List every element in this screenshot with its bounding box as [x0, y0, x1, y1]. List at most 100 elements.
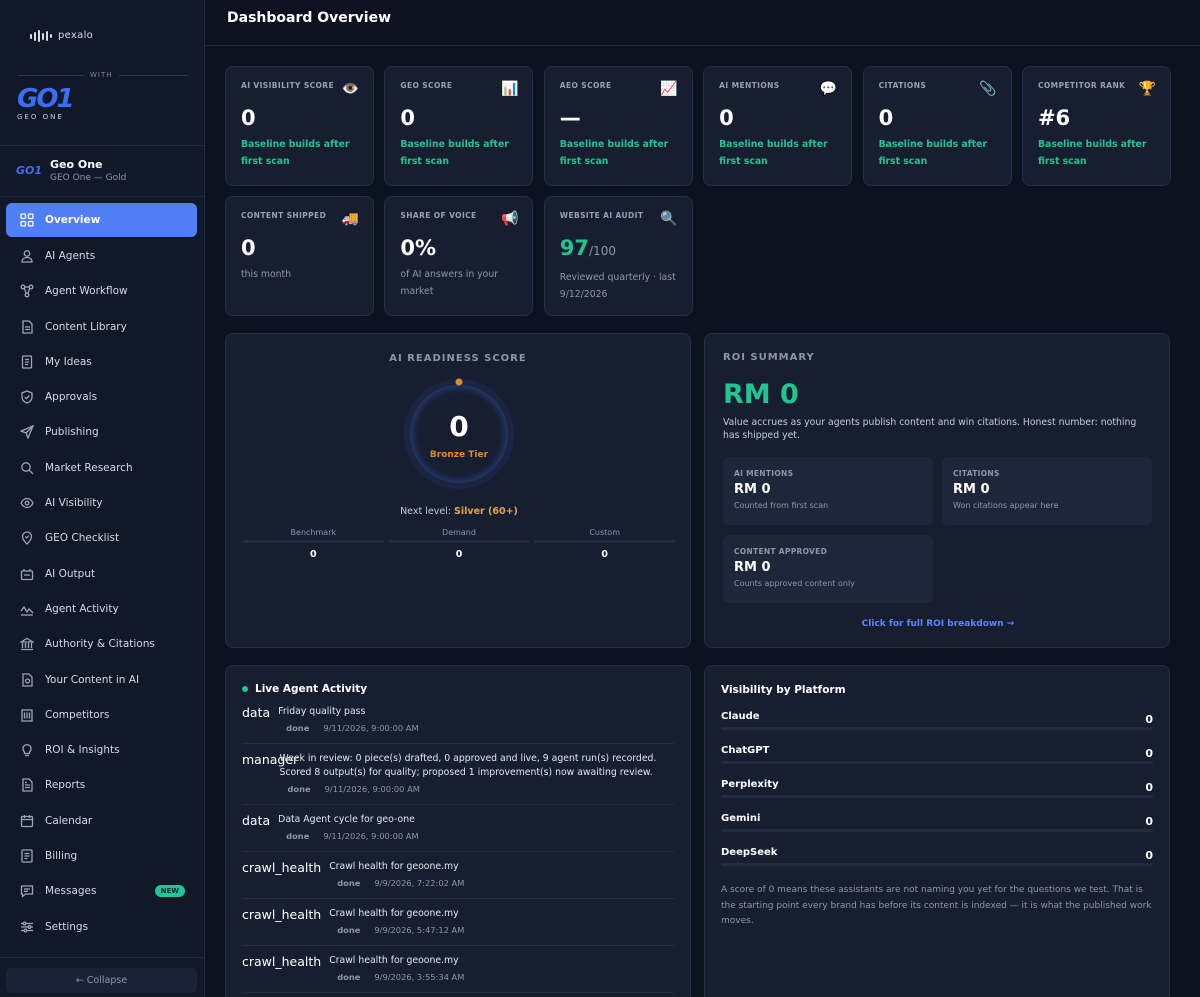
activity-time: 9/9/2026, 7:22:02 AM	[374, 878, 465, 888]
brand-logo[interactable]: pexalo	[0, 0, 204, 74]
platform-bar	[721, 795, 1153, 798]
mini-bar	[243, 540, 384, 543]
activity-item[interactable]: crawl_health Crawl health for geoone.my do…	[242, 852, 674, 899]
platform-name: ChatGPT	[721, 745, 770, 756]
activity-time: 9/9/2026, 3:55:34 AM	[374, 972, 465, 982]
sidebar-item-competitors[interactable]: Competitors	[6, 697, 197, 732]
stat-card-ai-visibility-score[interactable]: AI VISIBILITY SCORE 👁️ 0 Baseline builds af…	[225, 66, 374, 186]
sidebar-nav: Overview AI Agents Agent Workflow Content L…	[6, 203, 197, 944]
account-logo: GO1	[16, 164, 43, 177]
stat-card-website-ai-audit[interactable]: WEBSITE AI AUDIT 🔍 97/100 Reviewed quarterl…	[543, 196, 693, 316]
platform-bar	[721, 761, 1153, 764]
stat-value: #6	[1037, 106, 1071, 130]
stat-emoji-icon: 📎	[979, 81, 997, 97]
stat-card-ai-mentions[interactable]: AI MENTIONS 💬 0 Baseline builds after first…	[703, 66, 853, 186]
sidebar-item-content-library[interactable]: Content Library	[6, 309, 197, 344]
activity-item[interactable]: crawl_health Crawl health for geoone.my do…	[242, 946, 674, 993]
next-level-value: Silver (60+)	[454, 506, 518, 517]
sidebar-item-agent-activity[interactable]: Agent Activity	[6, 591, 197, 626]
activity-item[interactable]: data Friday quality pass done 9/11/2026, 9:…	[242, 695, 674, 744]
activity-meta: done 9/11/2026, 9:00:00 AM	[278, 831, 418, 841]
readiness-breakdown: Benchmark 0 Demand 0 Custom 0	[243, 528, 676, 560]
activity-item[interactable]: crawl_health Crawl health for geoone.my do…	[242, 899, 674, 946]
bulb-icon	[19, 742, 35, 758]
sidebar-item-label: AI Visibility	[45, 497, 103, 510]
roi-card-label: AI MENTIONS	[734, 469, 794, 478]
ai-readiness-panel[interactable]: AI READINESS SCORE 0 Bronze Tier Next le…	[225, 333, 691, 648]
sidebar-item-agent-workflow[interactable]: Agent Workflow	[6, 274, 197, 309]
account-tier: GEO One — Gold	[50, 173, 127, 183]
content-ai-icon	[19, 672, 35, 688]
stat-card-content-shipped[interactable]: CONTENT SHIPPED 🚚 0 this month	[225, 196, 374, 316]
search-icon	[19, 460, 35, 476]
account-switcher[interactable]: GO1 Geo One GEO One — Gold	[16, 158, 126, 183]
roi-card-content-approved: CONTENT APPROVED RM 0 Counts approved cont…	[723, 535, 933, 603]
stat-emoji-icon: 💬	[819, 81, 838, 97]
stat-card-citations[interactable]: CITATIONS 📎 0 Baseline builds after first s…	[862, 66, 1012, 186]
sidebar-item-label: Billing	[45, 849, 78, 862]
sidebar-item-label: Messages	[45, 885, 97, 898]
sidebar-item-authority-citations[interactable]: Authority & Citations	[6, 627, 197, 662]
stat-card-geo-score[interactable]: GEO SCORE 📊 0 Baseline builds after first s…	[384, 66, 534, 186]
sidebar-item-billing[interactable]: Billing	[6, 838, 197, 873]
stat-card-aeo-score[interactable]: AEO SCORE 📈 — Baseline builds after first s…	[543, 66, 693, 186]
roi-description: Value accrues as your agents publish con…	[723, 417, 1137, 441]
sidebar-item-approvals[interactable]: Approvals	[6, 379, 197, 414]
sidebar-item-calendar[interactable]: Calendar	[6, 803, 197, 838]
report-icon	[19, 777, 35, 793]
topbar: Dashboard Overview	[205, 0, 1200, 46]
sidebar-item-label: Publishing	[45, 426, 99, 439]
notes-icon	[19, 354, 35, 370]
sidebar-item-your-content-in-ai[interactable]: Your Content in AI	[6, 662, 197, 697]
sidebar-item-ai-output[interactable]: AI Output	[6, 556, 197, 591]
readiness-score: 0	[449, 410, 469, 443]
calendar-icon	[19, 813, 35, 829]
sidebar-item-label: Agent Workflow	[45, 285, 128, 298]
stat-note: Baseline builds after first scan	[559, 139, 669, 167]
sidebar-item-messages[interactable]: Messages NEW	[6, 874, 197, 909]
sidebar-item-publishing[interactable]: Publishing	[6, 415, 197, 450]
output-icon	[19, 566, 35, 582]
stat-emoji-icon: 📊	[500, 81, 519, 97]
sidebar-item-reports[interactable]: Reports	[6, 768, 197, 803]
stat-emoji-icon: 🚚	[341, 211, 359, 227]
collapse-button[interactable]: ← Collapse	[6, 968, 197, 993]
sidebar-item-label: Approvals	[45, 391, 98, 404]
live-dot-icon	[242, 686, 248, 692]
platform-name: Gemini	[721, 813, 761, 824]
activity-item[interactable]: data Data Agent cycle for geo-one done 9/11…	[242, 805, 674, 852]
grid-icon	[19, 212, 35, 228]
sidebar-item-label: Authority & Citations	[45, 638, 155, 651]
stats-grid: AI VISIBILITY SCORE 👁️ 0 Baseline builds af…	[225, 66, 1200, 316]
stat-unit: /100	[589, 244, 616, 258]
sidebar-item-label: Overview	[45, 214, 101, 226]
activity-status: done	[337, 925, 361, 935]
activity-meta: done 9/11/2026, 9:00:00 AM	[278, 723, 418, 733]
sidebar-item-settings[interactable]: Settings	[6, 909, 197, 944]
stat-value: 0	[241, 236, 256, 260]
with-label: WITH	[90, 71, 113, 79]
sidebar-item-geo-checklist[interactable]: GEO Checklist	[6, 521, 197, 556]
roi-card-citations: CITATIONS RM 0 Won citations appear here	[942, 457, 1152, 525]
roi-summary-panel[interactable]: ROI SUMMARY RM 0 Value accrues as your a…	[704, 333, 1170, 648]
sidebar-item-market-research[interactable]: Market Research	[6, 450, 197, 485]
roi-breakdown-link[interactable]: Click for full ROI breakdown →	[705, 619, 1171, 629]
activity-item[interactable]: manager Week in review: 0 piece(s) drafte…	[242, 744, 674, 805]
activity-time: 9/11/2026, 9:00:00 AM	[324, 784, 420, 794]
sidebar-item-ai-agents[interactable]: AI Agents	[6, 238, 197, 273]
sidebar-item-ai-visibility[interactable]: AI Visibility	[6, 485, 197, 520]
pin-icon	[19, 530, 35, 546]
sidebar-item-roi-insights[interactable]: ROI & Insights	[6, 732, 197, 767]
document-icon	[19, 319, 35, 335]
bank-icon	[19, 636, 35, 652]
sidebar-item-overview[interactable]: Overview	[6, 203, 197, 237]
readiness-title: AI READINESS SCORE	[389, 353, 527, 364]
activity-text: Crawl health for geoone.my	[329, 861, 459, 872]
platform-score: 0	[1145, 781, 1153, 794]
roi-card-note: Won citations appear here	[953, 501, 1059, 510]
sidebar-item-my-ideas[interactable]: My Ideas	[6, 344, 197, 379]
sidebar-item-label: GEO Checklist	[45, 532, 120, 545]
stat-card-share-of-voice[interactable]: SHARE OF VOICE 📢 0% of AI answers in your m…	[384, 196, 534, 316]
stat-card-competitor-rank[interactable]: COMPETITOR RANK 🏆 #6 Baseline builds after …	[1021, 66, 1171, 186]
platform-list: Claude 0 ChatGPT 0 Perplexity 0 Gemini 0 DeepSee…	[721, 707, 1153, 866]
